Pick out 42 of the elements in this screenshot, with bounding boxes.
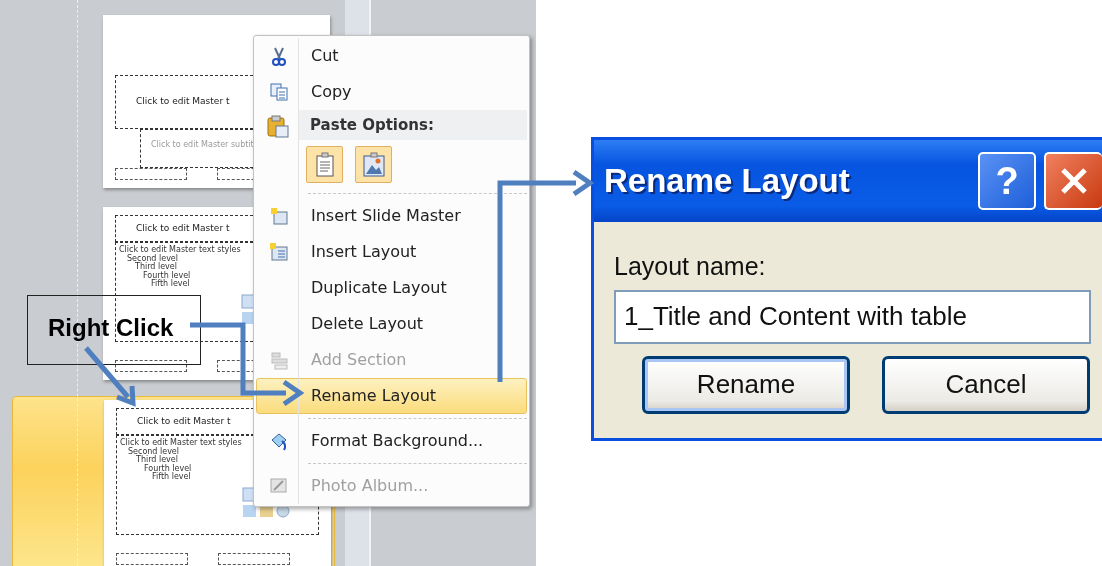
field-label: Layout name: [614, 251, 767, 282]
copy-icon [269, 82, 289, 102]
slide-text-level: Click to edit Master text styles [119, 246, 241, 254]
slide-subtitle-placeholder: Click to edit Master subtit [151, 139, 254, 149]
scissors-icon [269, 46, 289, 66]
menu-item[interactable]: Rename Layout [256, 378, 527, 414]
slide-text-level: Fourth level [143, 271, 191, 280]
slide-title-placeholder: Click to edit Master t [135, 95, 230, 109]
dialog-title: Rename Layout [604, 161, 850, 202]
slide-text-level: Third level [135, 263, 177, 271]
slide-text-level: Fifth level [152, 473, 191, 482]
annotation-arrow [84, 346, 136, 407]
slide-title-placeholder: Click to edit Master t [136, 414, 231, 428]
layout-name-field[interactable]: 1_Title and Content with table [614, 289, 1091, 344]
clipboard-icon [266, 114, 290, 139]
menu-section-header: Paste Options: [299, 110, 527, 140]
footer-placeholder [115, 168, 187, 180]
paste-text-button[interactable] [306, 146, 343, 183]
slide-text-level: Click to edit Master text styles [120, 439, 242, 447]
callout-label: Right Click [27, 295, 201, 365]
slide-text-level: Fifth level [151, 280, 190, 289]
footer-placeholder [115, 360, 187, 372]
help-button[interactable]: ? [978, 152, 1036, 210]
close-button[interactable] [1044, 152, 1102, 210]
dialog-button[interactable]: Rename [642, 355, 850, 414]
document-icon [313, 151, 336, 178]
layout-icon [269, 242, 289, 262]
picture-icon [361, 151, 386, 178]
slide-title-placeholder: Click to edit Master t [135, 221, 230, 235]
footer-placeholder [116, 553, 188, 565]
paint-bucket-icon [269, 431, 289, 451]
slide-text-level: Second level [128, 447, 179, 456]
slide-text-level: Third level [136, 456, 178, 464]
slide-text-level: Second level [127, 254, 178, 263]
dialog-button[interactable]: Cancel [882, 355, 1090, 414]
paste-picture-button[interactable] [355, 146, 392, 183]
close-icon [1059, 166, 1089, 196]
slide-master-icon [269, 206, 289, 226]
photo-album-icon [269, 476, 289, 496]
slide-text-level: Fourth level [144, 464, 192, 473]
footer-placeholder [218, 553, 290, 565]
section-icon [269, 350, 289, 370]
